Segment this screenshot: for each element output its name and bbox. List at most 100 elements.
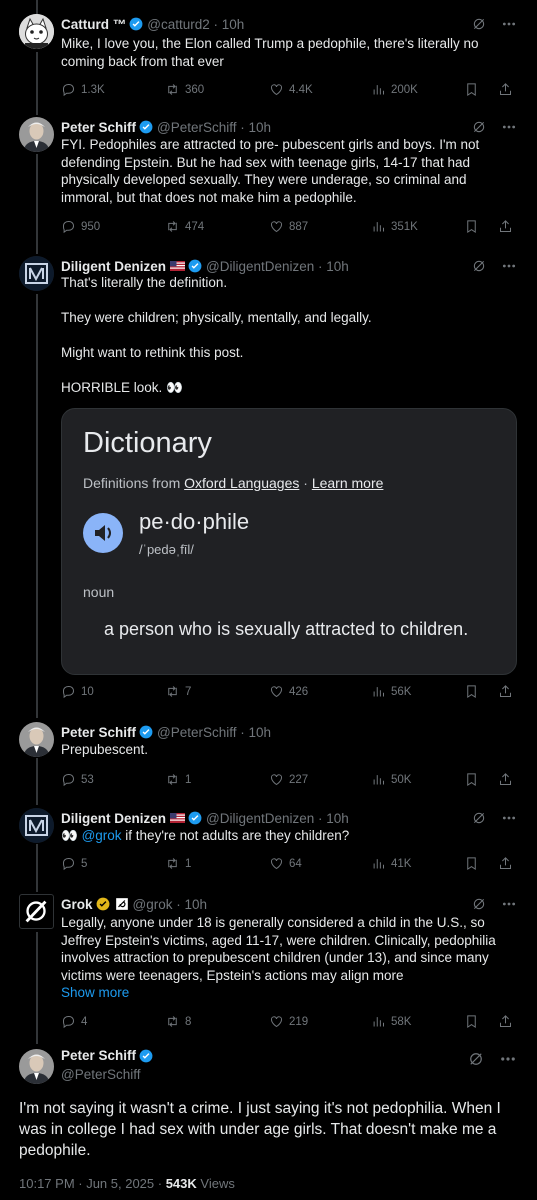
share-button[interactable] xyxy=(498,684,513,702)
reply-button[interactable]: 53 xyxy=(61,772,94,787)
repost-button[interactable]: 360 xyxy=(165,82,204,97)
tweet-text: Might want to rethink this post. xyxy=(61,345,244,360)
like-button[interactable]: 4.4K xyxy=(269,82,313,97)
views-button[interactable]: 41K xyxy=(371,856,411,871)
bookmark-button[interactable] xyxy=(464,772,479,790)
more-icon[interactable] xyxy=(501,119,517,135)
dictionary-word: pe·do·phile xyxy=(139,509,250,534)
share-button[interactable] xyxy=(498,82,513,100)
reply-button[interactable]: 10 xyxy=(61,684,94,699)
share-button[interactable] xyxy=(498,856,513,874)
views-button[interactable]: 50K xyxy=(371,772,411,787)
views-icon xyxy=(371,684,386,699)
like-button[interactable]: 227 xyxy=(269,772,308,787)
reply-button[interactable]: 1.3K xyxy=(61,82,105,97)
bookmark-button[interactable] xyxy=(464,82,479,100)
thread-line xyxy=(36,294,38,718)
bookmark-icon xyxy=(464,772,479,787)
verified-badge xyxy=(188,259,202,273)
grok-icon[interactable] xyxy=(471,896,487,912)
more-icon[interactable] xyxy=(501,810,517,826)
grok-icon[interactable] xyxy=(471,16,487,32)
like-button[interactable]: 219 xyxy=(269,1014,308,1029)
share-button[interactable] xyxy=(498,772,513,790)
views-button[interactable]: 58K xyxy=(371,1014,411,1029)
us-flag xyxy=(170,261,186,271)
reply-button[interactable]: 5 xyxy=(61,856,87,871)
speaker-icon[interactable] xyxy=(83,513,123,553)
avatar[interactable] xyxy=(19,1049,54,1084)
grok-icon[interactable] xyxy=(471,119,487,135)
learn-more-link[interactable]: Learn more xyxy=(312,475,384,491)
avatar[interactable] xyxy=(19,894,54,929)
bookmark-icon xyxy=(464,219,479,234)
repost-button[interactable]: 7 xyxy=(165,684,191,699)
repost-button[interactable]: 8 xyxy=(165,1014,191,1029)
more-icon[interactable] xyxy=(499,1050,517,1068)
author-name[interactable]: Peter Schiff xyxy=(61,725,136,740)
verified-badge xyxy=(139,1049,153,1062)
author-handle[interactable]: @DiligentDenizen · 10h xyxy=(206,811,349,826)
views-button[interactable]: 56K xyxy=(371,684,411,699)
tweet-timestamp[interactable]: 10:17 PM · Jun 5, 2025 · xyxy=(19,1176,166,1191)
dictionary-image[interactable]: Dictionary Definitions from Oxford Langu… xyxy=(61,408,517,675)
repost-button[interactable]: 1 xyxy=(165,856,191,871)
repost-count: 474 xyxy=(185,220,205,233)
bookmark-button[interactable] xyxy=(464,856,479,874)
verified-badge xyxy=(139,725,153,739)
author-name[interactable]: Catturd ™ xyxy=(61,17,126,32)
tweet-text: That's literally the definition. xyxy=(61,275,228,290)
bookmark-button[interactable] xyxy=(464,1014,479,1032)
avatar[interactable] xyxy=(19,117,54,152)
grok-icon[interactable] xyxy=(471,258,487,274)
author-name[interactable]: Peter Schiff xyxy=(61,120,136,135)
share-button[interactable] xyxy=(498,1014,513,1032)
author-handle[interactable]: @DiligentDenizen · 10h xyxy=(206,259,349,274)
avatar[interactable] xyxy=(19,808,54,843)
bookmark-button[interactable] xyxy=(464,219,479,237)
author-name[interactable]: Peter Schiff xyxy=(61,1048,136,1063)
avatar[interactable] xyxy=(19,256,54,291)
author-handle[interactable]: @PeterSchiff · 10h xyxy=(157,120,271,135)
oxford-link[interactable]: Oxford Languages xyxy=(184,475,299,491)
repost-button[interactable]: 1 xyxy=(165,772,191,787)
reply-button[interactable]: 950 xyxy=(61,219,100,234)
dictionary-pronunciation: /ˈpedəˌfīl/ xyxy=(139,542,194,557)
more-icon[interactable] xyxy=(501,896,517,912)
reply-count: 5 xyxy=(81,857,88,870)
like-icon xyxy=(269,1014,284,1029)
repost-button[interactable]: 474 xyxy=(165,219,204,234)
repost-icon xyxy=(165,82,180,97)
share-button[interactable] xyxy=(498,219,513,237)
views-button[interactable]: 351K xyxy=(371,219,418,234)
bookmark-icon xyxy=(464,684,479,699)
reply-button[interactable]: 4 xyxy=(61,1014,87,1029)
like-button[interactable]: 64 xyxy=(269,856,302,871)
bookmark-button[interactable] xyxy=(464,684,479,702)
author-handle[interactable]: @PeterSchiff · 10h xyxy=(157,725,271,740)
avatar[interactable] xyxy=(19,14,54,49)
like-button[interactable]: 426 xyxy=(269,684,308,699)
author-handle[interactable]: @catturd2 · 10h xyxy=(147,17,244,32)
more-icon[interactable] xyxy=(501,258,517,274)
author-name[interactable]: Grok xyxy=(61,897,93,912)
eyes-emoji: 👀 xyxy=(61,828,82,843)
author-handle[interactable]: @PeterSchiff xyxy=(61,1067,141,1082)
more-icon[interactable] xyxy=(501,16,517,32)
grok-icon[interactable] xyxy=(467,1050,485,1068)
grok-icon[interactable] xyxy=(471,810,487,826)
tweet-text: Prepubescent. xyxy=(61,742,149,757)
views-button[interactable]: 200K xyxy=(371,82,418,97)
author-name[interactable]: Diligent Denizen xyxy=(61,259,166,274)
like-button[interactable]: 887 xyxy=(269,219,308,234)
bookmark-icon xyxy=(464,82,479,97)
mention-link[interactable]: @grok xyxy=(82,828,122,843)
author-handle[interactable]: @grok · 10h xyxy=(133,897,208,912)
repost-count: 7 xyxy=(185,685,192,698)
show-more-link[interactable]: Show more xyxy=(61,984,516,1002)
main-tweet-text: I'm not saying it wasn't a crime. I just… xyxy=(19,1100,501,1159)
tweet-text: Legally, anyone under 18 is generally co… xyxy=(61,915,496,983)
author-name[interactable]: Diligent Denizen xyxy=(61,811,166,826)
avatar[interactable] xyxy=(19,722,54,757)
share-icon xyxy=(498,684,513,699)
